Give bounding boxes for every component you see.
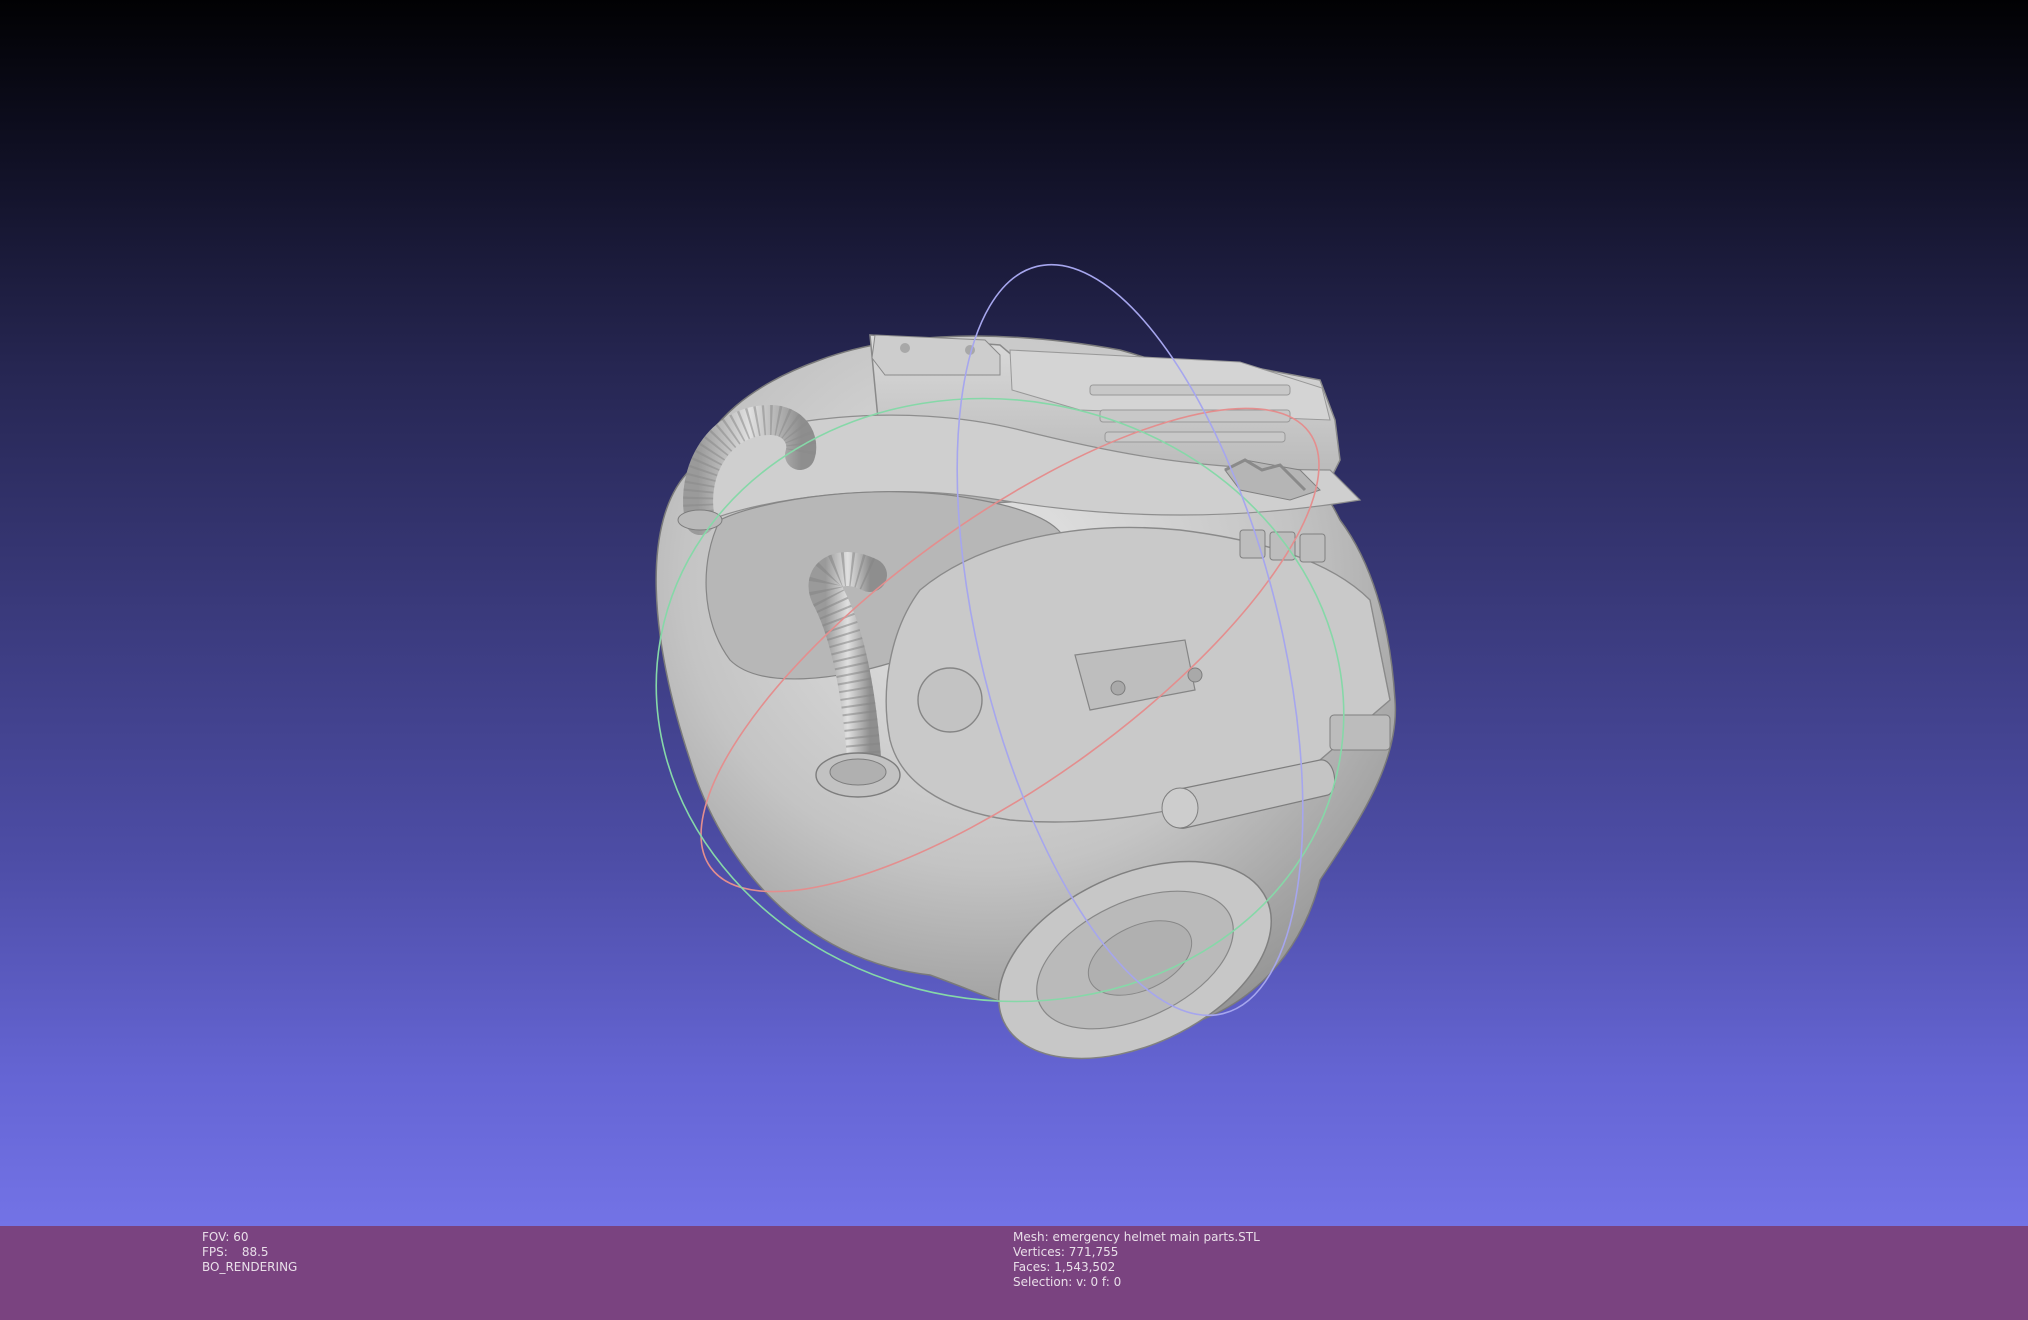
render-info: FOV: 60 FPS: 88.5 BO_RENDERING	[202, 1230, 297, 1275]
3d-viewport[interactable]	[0, 0, 2028, 1226]
selection-info: Selection: v: 0 f: 0	[1013, 1275, 1122, 1289]
fps-readout: FPS: 88.5	[202, 1245, 297, 1260]
render-mode: BO_RENDERING	[202, 1260, 298, 1274]
status-bar: FOV: 60 FPS: 88.5 BO_RENDERING Mesh: emer…	[0, 1226, 2028, 1320]
mesh-name: Mesh: emergency helmet main parts.STL	[1013, 1230, 1260, 1244]
fov-value: 60	[233, 1230, 249, 1244]
scene-canvas[interactable]	[0, 0, 2028, 1226]
fps-value: 88.5	[241, 1245, 269, 1259]
face-count: Faces: 1,543,502	[1013, 1260, 1116, 1274]
helmet-mesh[interactable]	[655, 334, 1397, 1098]
fov-label: FOV:	[202, 1230, 230, 1244]
fps-label: FPS:	[202, 1245, 228, 1259]
mesh-info: Mesh: emergency helmet main parts.STL Ve…	[1013, 1230, 1260, 1290]
vertex-count: Vertices: 771,755	[1013, 1245, 1119, 1259]
fov-readout: FOV: 60	[202, 1230, 297, 1245]
